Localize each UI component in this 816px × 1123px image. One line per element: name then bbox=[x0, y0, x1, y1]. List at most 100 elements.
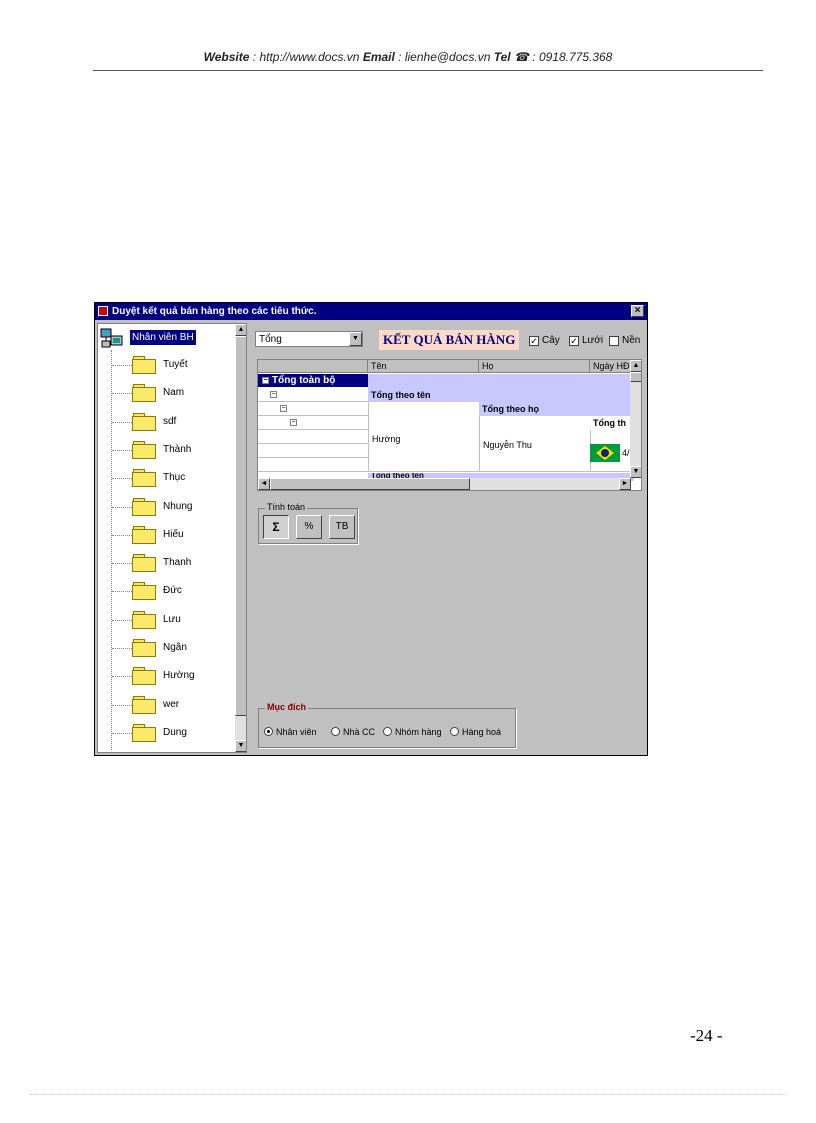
cell-name[interactable]: Hường bbox=[372, 434, 400, 444]
grid-line bbox=[258, 443, 368, 444]
grid-line bbox=[258, 457, 368, 458]
tree-item-label: wer bbox=[163, 698, 180, 710]
scroll-up-icon[interactable]: ▲ bbox=[235, 324, 246, 336]
tree-connector bbox=[112, 732, 132, 734]
collapse-icon[interactable]: − bbox=[280, 405, 287, 412]
tree-item[interactable]: Đức bbox=[112, 580, 232, 602]
scroll-thumb[interactable] bbox=[235, 336, 246, 716]
tree-item[interactable]: Thanh bbox=[112, 552, 232, 574]
tree-item[interactable]: Ngân bbox=[112, 637, 232, 659]
network-computers-icon bbox=[100, 328, 123, 348]
tree-item[interactable]: Nhung bbox=[112, 496, 232, 518]
tree-item-label: Ngân bbox=[163, 642, 187, 653]
grid-vscroll[interactable]: ▲ ▼ bbox=[630, 360, 641, 478]
radio-supplier[interactable]: Nhà CC bbox=[331, 726, 375, 740]
tree-item-label: Nam bbox=[163, 387, 185, 399]
tree-item[interactable]: Hiếu bbox=[112, 524, 232, 546]
chevron-down-icon[interactable]: ▼ bbox=[349, 332, 362, 346]
radio-supplier-dot[interactable] bbox=[331, 727, 340, 737]
grid-line bbox=[258, 401, 368, 402]
radio-product-dot[interactable] bbox=[450, 727, 459, 737]
results-grid[interactable]: Tên Họ Ngày HĐ − Tổng toàn bộ Tổng theo t… bbox=[257, 359, 642, 491]
radio-product-group[interactable]: Nhóm hàng bbox=[383, 726, 442, 740]
tree-connector bbox=[112, 591, 132, 593]
tree-item[interactable]: wer bbox=[112, 694, 232, 716]
checkbox-grid-box[interactable]: ✓ bbox=[569, 335, 579, 346]
grid-header-tree[interactable] bbox=[258, 360, 368, 373]
tree-item-label: sdf bbox=[163, 415, 177, 427]
scroll-left-icon[interactable]: ◄ bbox=[258, 478, 270, 490]
brazil-flag-icon bbox=[590, 444, 620, 462]
tree-connector bbox=[112, 478, 132, 480]
radio-employee[interactable]: Nhân viên bbox=[264, 726, 317, 740]
tree-item[interactable]: Thục bbox=[112, 467, 232, 489]
tree-root-label[interactable]: Nhân viên BH bbox=[130, 330, 196, 345]
grid-hscroll[interactable]: ◄ ► bbox=[258, 478, 631, 490]
tel-label: Tel bbox=[493, 50, 511, 64]
collapse-icon[interactable]: − bbox=[262, 376, 269, 384]
scroll-down-icon[interactable]: ▼ bbox=[630, 466, 641, 478]
result-title: KẾT QUẢ BÁN HÀNG bbox=[379, 330, 520, 350]
tree-connector bbox=[112, 534, 132, 536]
cell-date[interactable]: 4/ bbox=[622, 448, 630, 458]
folder-icon bbox=[132, 610, 157, 629]
website-value: : http://www.docs.vn bbox=[249, 50, 363, 64]
scroll-thumb[interactable] bbox=[270, 478, 470, 490]
window-titlebar[interactable]: Duyệt kết quả bán hàng theo các tiêu thứ… bbox=[95, 303, 647, 320]
summary-combo[interactable]: Tổng ▼ bbox=[255, 331, 363, 347]
radio-product[interactable]: Hàng hoá bbox=[450, 726, 501, 740]
scroll-up-icon[interactable]: ▲ bbox=[630, 360, 641, 372]
folder-icon bbox=[132, 525, 157, 544]
grid-header-date[interactable]: Ngày HĐ bbox=[590, 360, 634, 373]
radio-employee-dot[interactable] bbox=[264, 727, 273, 737]
folder-icon bbox=[132, 356, 157, 374]
collapse-icon[interactable]: − bbox=[290, 419, 297, 426]
tree-item[interactable]: Nam bbox=[112, 382, 232, 404]
tree-item[interactable]: sdf bbox=[112, 411, 232, 433]
window-title: Duyệt kết quả bán hàng theo các tiêu thứ… bbox=[112, 306, 317, 317]
grid-header-surname[interactable]: Họ bbox=[479, 360, 590, 373]
grid-header-name[interactable]: Tên bbox=[368, 360, 479, 373]
checkbox-grid[interactable]: ✓ Lưới bbox=[569, 335, 603, 349]
collapse-icon[interactable]: − bbox=[270, 391, 277, 398]
employee-tree[interactable]: Nhân viên BH Tuyết Nam sdf Thành Thục Nhung Hi… bbox=[97, 323, 247, 753]
radio-product-group-dot[interactable] bbox=[383, 727, 392, 737]
checkbox-background-box[interactable] bbox=[609, 335, 619, 346]
tree-connector bbox=[112, 365, 132, 366]
folder-icon bbox=[132, 440, 157, 459]
folder-icon bbox=[132, 469, 157, 488]
scroll-right-icon[interactable]: ► bbox=[619, 478, 631, 490]
tel-value: ☎ : 0918.775.368 bbox=[510, 50, 613, 64]
checkbox-tree-box[interactable]: ✓ bbox=[529, 335, 539, 346]
folder-icon bbox=[132, 639, 157, 657]
checkbox-background[interactable]: Nền bbox=[609, 335, 640, 349]
sum-button[interactable]: Σ bbox=[263, 515, 289, 539]
average-button[interactable]: TB bbox=[329, 515, 355, 539]
tree-connector bbox=[112, 704, 132, 706]
close-button[interactable]: × bbox=[631, 305, 644, 317]
percent-button[interactable]: % bbox=[296, 515, 322, 539]
tree-scrollbar[interactable]: ▲ ▼ bbox=[235, 324, 246, 752]
band-total-by-surname: Tổng theo họ bbox=[479, 402, 634, 416]
tree-connector bbox=[112, 648, 132, 649]
checkbox-tree[interactable]: ✓ Cây bbox=[529, 335, 560, 349]
cell-surname[interactable]: Nguyễn Thu bbox=[483, 440, 532, 450]
scroll-thumb[interactable] bbox=[630, 372, 641, 382]
folder-icon bbox=[132, 667, 157, 686]
email-value: : lienhe@docs.vn bbox=[394, 50, 494, 64]
tree-item[interactable]: Thành bbox=[112, 439, 232, 461]
total-all-row[interactable]: − Tổng toàn bộ bbox=[258, 374, 368, 387]
tree-item-label: Lưu bbox=[163, 613, 181, 625]
tree-item[interactable]: Tuyết bbox=[112, 354, 232, 376]
grid-line bbox=[479, 416, 480, 472]
tree-connector bbox=[112, 421, 132, 423]
folder-icon bbox=[132, 695, 157, 714]
band-total-by-name: Tổng theo tên bbox=[368, 388, 634, 402]
tree-connector bbox=[112, 619, 132, 621]
tree-item-label: Tuyết bbox=[163, 359, 188, 370]
tree-item[interactable]: Dung bbox=[112, 722, 232, 744]
tree-item-label: Thục bbox=[163, 472, 186, 484]
scroll-down-icon[interactable]: ▼ bbox=[235, 740, 246, 752]
tree-item[interactable]: Lưu bbox=[112, 609, 232, 631]
tree-item[interactable]: Hường bbox=[112, 665, 232, 687]
